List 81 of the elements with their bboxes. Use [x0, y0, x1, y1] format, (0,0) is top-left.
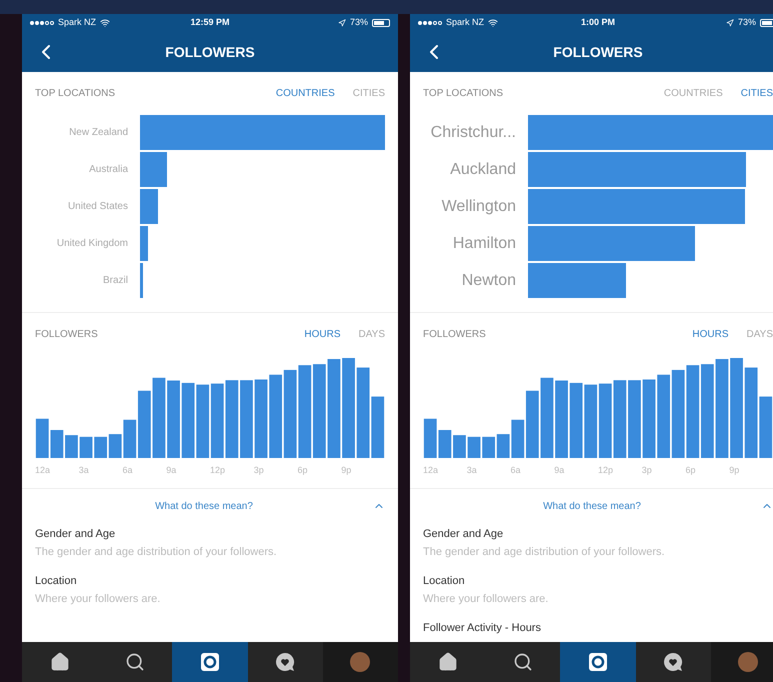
location-label: Hamilton [452, 234, 517, 254]
help-item-title: Gender and Age [35, 526, 116, 542]
header-title: FOLLOWERS [553, 42, 643, 62]
filter-tab[interactable]: DAYS [358, 327, 385, 342]
axis-label: 3p [642, 464, 653, 477]
axis-label: 9a [554, 464, 566, 477]
battery-percent: 73% [738, 16, 756, 30]
location-bar [140, 263, 143, 298]
axis-label: 9p [341, 464, 352, 477]
battery-icon [760, 19, 773, 27]
axis-label: 12p [210, 464, 226, 477]
search-icon [512, 652, 533, 672]
signal-icon [30, 21, 54, 25]
axis-label: 3p [254, 464, 265, 477]
heart-bubble-icon [663, 652, 684, 672]
filter-tab[interactable]: DAYS [746, 327, 773, 342]
wifi-icon [100, 18, 110, 28]
battery-percent: 73% [350, 16, 368, 30]
location-label: Australia [88, 163, 129, 177]
help-link[interactable]: What do these mean? [35, 498, 373, 514]
avatar-icon [350, 652, 370, 672]
signal-icon [418, 21, 442, 25]
header-title: FOLLOWERS [165, 42, 255, 62]
axis-label: 9a [166, 464, 178, 477]
axis-label: 12a [423, 464, 440, 477]
battery-icon [372, 19, 390, 27]
axis-label: 6a [122, 464, 134, 477]
section-title: FOLLOWERS [35, 328, 99, 342]
location-bar [140, 152, 167, 187]
help-item-description: The gender and age distribution of your followers. [35, 545, 278, 560]
location-bar [140, 226, 148, 261]
location-label: Wellington [440, 196, 517, 216]
section-title: TOP LOCATIONS [35, 87, 116, 101]
location-label: Christchur... [430, 122, 517, 142]
location-label: United States [66, 200, 129, 214]
filter-tab[interactable]: HOURS [692, 327, 728, 342]
location-arrow-icon [338, 19, 346, 27]
camera-icon [588, 652, 608, 672]
axis-label: 6a [510, 464, 522, 477]
avatar-icon [738, 652, 758, 672]
help-item-description: Where your followers are. [35, 592, 162, 607]
carrier-label: Spark NZ [446, 16, 484, 30]
filter-tab[interactable]: CITIES [352, 86, 385, 101]
location-label: New Zealand [68, 126, 129, 140]
help-item-description: Where your followers are. [423, 592, 550, 607]
home-icon [438, 652, 458, 672]
wifi-icon [488, 18, 498, 28]
location-label: Newton [460, 270, 517, 290]
help-item-title: Follower Activity - Hours [423, 620, 542, 636]
carrier-label: Spark NZ [58, 16, 96, 30]
location-label: United Kingdom [56, 237, 129, 251]
axis-label: 6p [298, 464, 309, 477]
help-item-title: Location [35, 574, 78, 588]
location-label: Brazil [102, 274, 129, 288]
filter-tab[interactable]: CITIES [740, 86, 773, 101]
search-icon [124, 652, 145, 672]
home-icon [50, 652, 70, 672]
section-title: TOP LOCATIONS [423, 87, 504, 101]
clock-label: 1:00 PM [581, 16, 616, 30]
filter-tab[interactable]: COUNTRIES [276, 86, 335, 101]
location-label: Auckland [449, 160, 517, 180]
clock-label: 12:59 PM [190, 16, 230, 30]
axis-label: 12a [35, 464, 52, 477]
axis-label: 12p [598, 464, 614, 477]
filter-tab[interactable]: HOURS [304, 327, 340, 342]
heart-bubble-icon [275, 652, 296, 672]
tab-bar-button[interactable] [172, 642, 248, 682]
location-bar [140, 189, 158, 224]
camera-icon [200, 652, 220, 672]
axis-label: 9p [729, 464, 740, 477]
help-item-description: The gender and age distribution of your followers. [423, 545, 666, 560]
axis-label: 3a [78, 464, 90, 477]
help-item-title: Gender and Age [423, 526, 504, 542]
help-link[interactable]: What do these mean? [423, 498, 761, 514]
filter-tab[interactable]: COUNTRIES [664, 86, 723, 101]
tab-bar-button[interactable] [560, 642, 636, 682]
axis-label: 6p [686, 464, 697, 477]
section-title: FOLLOWERS [423, 328, 487, 342]
location-arrow-icon [726, 19, 734, 27]
help-item-title: Location [423, 574, 466, 588]
axis-label: 3a [466, 464, 478, 477]
